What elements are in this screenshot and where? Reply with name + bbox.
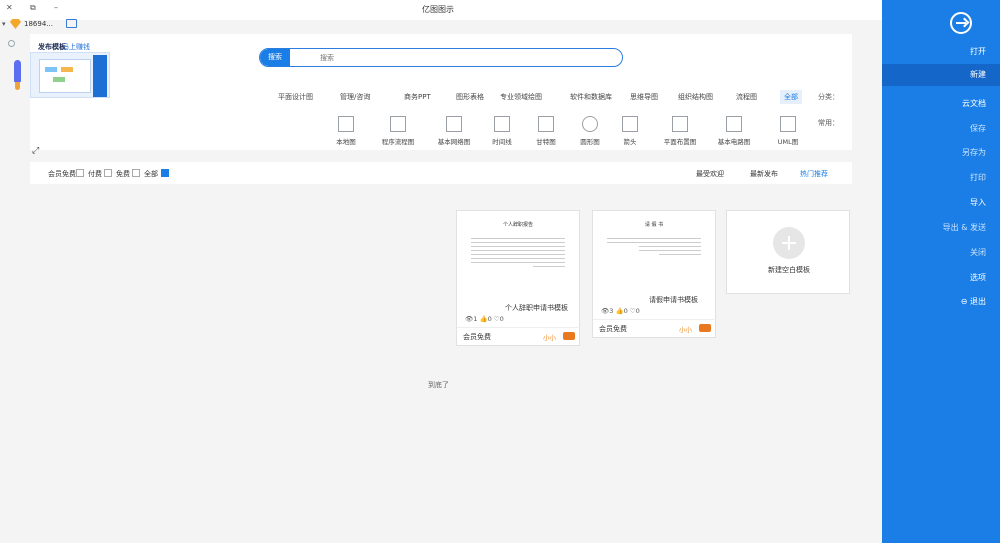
- template-title: 请假申请书模板: [649, 296, 698, 304]
- template-timeline[interactable]: 时间线: [478, 116, 526, 146]
- template-card[interactable]: 请 假 书 请假申请书模板 👁3 👍0 ♡0 小小 会员免费: [592, 210, 717, 338]
- template-floor-plan[interactable]: 平面布置图: [656, 116, 704, 146]
- sidebar-item-export[interactable]: 导出 & 发送: [943, 222, 986, 233]
- plus-icon: [773, 227, 805, 259]
- filter-member-free-label: 会员免费: [48, 170, 76, 178]
- category-professional[interactable]: 专业领域绘图: [500, 92, 542, 102]
- template-circle-chart[interactable]: 圆形图: [566, 116, 614, 146]
- thumbnail-title: 请 假 书: [644, 222, 664, 228]
- sidebar-item-new[interactable]: 新建: [882, 64, 1000, 86]
- user-name[interactable]: 18694...: [24, 20, 53, 28]
- category-all[interactable]: 全部: [780, 90, 802, 104]
- sidebar-item-open[interactable]: 打开: [970, 46, 986, 57]
- program-flow-icon: [390, 116, 406, 132]
- filter-free-label: 免费: [116, 170, 130, 178]
- tab-hot[interactable]: 热门推荐: [800, 169, 828, 179]
- template-card[interactable]: 个人辞职报告 个人辞职申请书模板 👁1 👍0 ♡0 小小 会员免费: [456, 210, 581, 346]
- filter-all-label: 全部: [144, 170, 158, 178]
- author-avatar: [699, 324, 711, 332]
- app-window: ✕ ⧉ – 亿图图示 ▾ 18694... 发布模板 马上赚钱 ⤢ 搜索 分类：…: [0, 0, 1000, 543]
- expand-icon[interactable]: ⤢: [32, 146, 39, 156]
- promo-subtitle: 马上赚钱: [62, 43, 90, 51]
- checkbox-paid[interactable]: [104, 169, 112, 177]
- promo-illustration: [30, 52, 110, 98]
- member-free-tag: 会员免费: [599, 325, 627, 333]
- sidebar-item-save-as[interactable]: 另存为: [962, 147, 986, 158]
- template-thumbnail: 个人辞职报告: [463, 215, 573, 299]
- gantt-icon: [538, 116, 554, 132]
- restore-window-button[interactable]: ⧉: [30, 3, 36, 13]
- floor-plan-icon: [672, 116, 688, 132]
- likes-icon: 👍: [479, 315, 488, 323]
- circuit-icon: [726, 116, 742, 132]
- template-gantt[interactable]: 甘特图: [522, 116, 570, 146]
- category-business-ppt[interactable]: 商务PPT: [404, 92, 431, 102]
- search-input[interactable]: [260, 49, 622, 66]
- checkbox-free[interactable]: [132, 169, 140, 177]
- minimize-window-button[interactable]: –: [54, 3, 58, 12]
- back-button[interactable]: [882, 12, 1000, 40]
- sidebar-item-import[interactable]: 导入: [970, 197, 986, 208]
- author-name[interactable]: 小小: [543, 332, 556, 342]
- new-blank-template-card[interactable]: 新建空白模板: [726, 210, 850, 294]
- template-program-flow[interactable]: 程序流程图: [374, 116, 422, 146]
- map-icon: [338, 116, 354, 132]
- sidebar-item-options[interactable]: 选项: [970, 272, 986, 283]
- filter-paid-label: 付费: [88, 170, 102, 178]
- template-basic-circuit[interactable]: 基本电路图: [710, 116, 758, 146]
- category-row: 全部 流程图 组织结构图 思维导图 软件和数据库 专业领域绘图 图形表格 商务P…: [276, 90, 836, 106]
- arrow-icon: [622, 116, 638, 132]
- chevron-down-icon[interactable]: ▾: [2, 20, 6, 28]
- tab-popular[interactable]: 最受欢迎: [696, 169, 724, 179]
- network-icon: [446, 116, 462, 132]
- category-mind-map[interactable]: 思维导图: [630, 92, 658, 102]
- template-uml[interactable]: UML图: [764, 116, 812, 146]
- timeline-icon: [494, 116, 510, 132]
- exit-icon: ⊖: [960, 297, 970, 306]
- message-icon[interactable]: [66, 19, 77, 28]
- sidebar-item-print[interactable]: 打印: [970, 172, 986, 183]
- end-of-list-text: 到底了: [428, 381, 449, 389]
- common-label: 常用：: [818, 119, 839, 127]
- member-free-tag: 会员免费: [463, 333, 491, 341]
- title-bar: ✕ ⧉ – 亿图图示: [0, 0, 882, 20]
- vip-badge-icon: [10, 19, 21, 29]
- template-local-map[interactable]: 本地图: [322, 116, 370, 146]
- app-title: 亿图图示: [422, 5, 454, 14]
- search-button[interactable]: 搜索: [260, 49, 290, 66]
- category-graphic-table[interactable]: 图形表格: [456, 92, 484, 102]
- template-stats: 👁3 👍0 ♡0: [601, 307, 640, 315]
- search-box: 搜索: [259, 48, 623, 67]
- filter-bar: 热门推荐 最新发布 最受欢迎 全部 免费 付费 会员免费: [30, 162, 852, 184]
- author-name[interactable]: 小小: [679, 324, 692, 334]
- category-org-chart[interactable]: 组织结构图: [678, 92, 713, 102]
- sidebar-item-close[interactable]: 关闭: [970, 247, 986, 258]
- template-thumbnail: 请 假 书: [599, 215, 709, 299]
- uml-icon: [780, 116, 796, 132]
- tab-newest[interactable]: 最新发布: [750, 169, 778, 179]
- category-flowchart[interactable]: 流程图: [736, 92, 757, 102]
- circle-chart-icon: [582, 116, 598, 132]
- checkbox-all[interactable]: [161, 169, 169, 177]
- likes-icon: 👍: [615, 307, 624, 315]
- new-blank-label: 新建空白模板: [768, 266, 810, 274]
- rocket-icon: [8, 60, 26, 96]
- category-graphic-design[interactable]: 平面设计图: [278, 92, 313, 102]
- template-title: 个人辞职申请书模板: [505, 304, 568, 312]
- template-stats: 👁1 👍0 ♡0: [465, 315, 504, 323]
- sidebar-item-exit[interactable]: ⊖ 退出: [961, 296, 986, 307]
- template-basic-network[interactable]: 基本网络图: [430, 116, 478, 146]
- close-window-button[interactable]: ✕: [6, 3, 13, 12]
- sidebar-item-cloud[interactable]: 云文档: [962, 98, 986, 109]
- category-software-db[interactable]: 软件和数据库: [570, 92, 612, 102]
- sidebar-item-save[interactable]: 保存: [970, 123, 986, 134]
- file-sidebar: 打开 新建 云文档 保存 另存为 打印 导入 导出 & 发送 关闭 选项 ⊖ 退…: [882, 0, 1000, 543]
- category-management[interactable]: 管理/咨询: [340, 92, 370, 102]
- checkbox-member-free[interactable]: [76, 169, 84, 177]
- settings-gear-icon: [8, 40, 15, 47]
- thumbnail-title: 个人辞职报告: [502, 222, 533, 228]
- user-row: ▾ 18694...: [0, 18, 200, 32]
- arrow-right-circle-icon: [950, 12, 972, 34]
- author-avatar: [563, 332, 575, 340]
